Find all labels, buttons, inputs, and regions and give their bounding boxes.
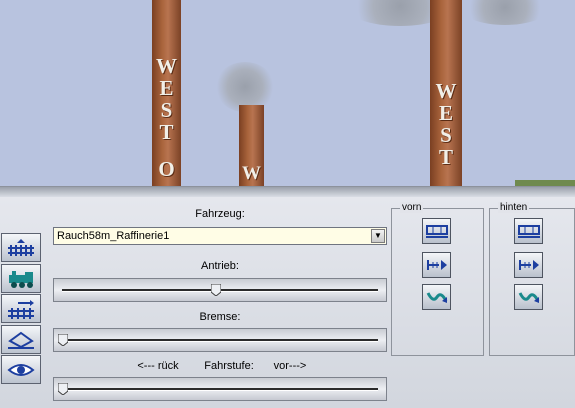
chimney-letter: O — [158, 157, 175, 181]
chimney-letter: W — [242, 163, 261, 184]
panel-bevel — [0, 187, 575, 197]
speed-step-label: Fahrstufe: — [204, 360, 254, 372]
scene-viewport[interactable]: W E S T O W W E S T — [0, 0, 575, 186]
vehicle-label: Fahrzeug: — [195, 208, 245, 220]
drive-label: Antrieb: — [201, 260, 239, 272]
signal-track-icon — [8, 299, 34, 319]
front-wagon-button[interactable] — [422, 218, 451, 244]
forward-label: vor---> — [273, 360, 307, 372]
view-button[interactable] — [1, 355, 41, 384]
track-layout-button[interactable] — [1, 233, 41, 262]
chimney-letter: T — [438, 145, 453, 169]
smoke-cloud — [460, 0, 550, 25]
brake-slider-thumb[interactable] — [58, 334, 68, 346]
front-uncouple-button[interactable] — [422, 284, 451, 310]
rear-group-title: hinten — [498, 202, 530, 213]
front-group-title: vorn — [400, 202, 424, 213]
rear-wagon-button[interactable] — [514, 218, 543, 244]
coupling-wagon-icon — [517, 225, 540, 238]
eye-icon — [7, 363, 35, 376]
speed-step-slider[interactable] — [53, 377, 387, 401]
slider-track — [62, 388, 378, 391]
couple-arrow-icon — [426, 260, 447, 270]
chimney-middle: W — [239, 105, 264, 186]
terrain-icon — [8, 331, 34, 349]
signal-track-button[interactable] — [1, 294, 41, 323]
chimney-letter: T — [159, 120, 174, 144]
vehicle-select-value: Rauch58m_Raffinerie1 — [57, 230, 170, 242]
couple-arrow-icon — [518, 260, 539, 270]
speed-step-slider-thumb[interactable] — [58, 383, 68, 395]
track-layout-icon — [8, 238, 34, 256]
chimney-right: W E S T — [430, 0, 462, 186]
front-couple-button[interactable] — [422, 252, 451, 278]
uncouple-icon — [518, 292, 539, 303]
reverse-label: <--- rück — [137, 360, 179, 372]
locomotive-icon — [9, 270, 33, 288]
vehicle-select[interactable]: Rauch58m_Raffinerie1 ▼ — [53, 227, 387, 245]
terrain-button[interactable] — [1, 325, 41, 354]
coupling-wagon-icon — [425, 225, 448, 238]
chevron-down-icon[interactable]: ▼ — [371, 229, 385, 243]
rear-uncouple-button[interactable] — [514, 284, 543, 310]
brake-slider[interactable] — [53, 328, 387, 352]
slider-track — [62, 339, 378, 342]
drive-slider-thumb[interactable] — [211, 284, 221, 296]
rear-couple-button[interactable] — [514, 252, 543, 278]
drive-slider[interactable] — [53, 278, 387, 302]
locomotive-button[interactable] — [1, 264, 41, 293]
uncouple-icon — [426, 292, 447, 303]
chimney-left: W E S T O — [152, 0, 181, 186]
brake-label: Bremse: — [199, 311, 241, 323]
